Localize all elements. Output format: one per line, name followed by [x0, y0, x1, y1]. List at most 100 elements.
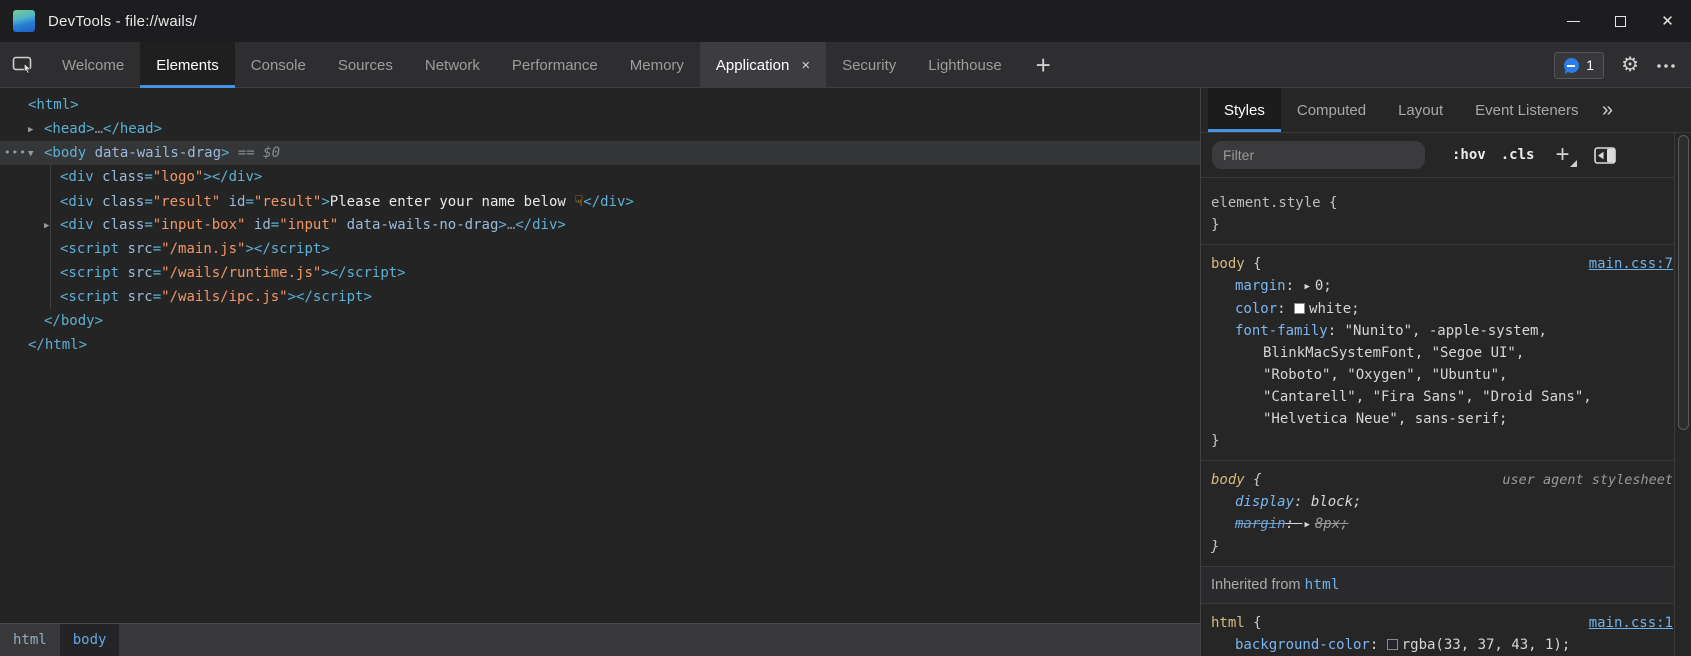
tab-label: Security: [842, 57, 896, 74]
tab-lighthouse[interactable]: Lighthouse: [912, 42, 1017, 88]
stylesheet-link[interactable]: main.css:1: [1589, 612, 1673, 634]
rule-header: user agent stylesheetbody {: [1211, 469, 1681, 491]
new-style-rule-button[interactable]: +: [1555, 145, 1569, 165]
dom-tree-row[interactable]: </html>: [0, 333, 1200, 357]
css-property-name: background-color: [1235, 637, 1370, 653]
rule-selector[interactable]: element.style: [1211, 195, 1321, 211]
css-property-row[interactable]: margin: ▶0;: [1211, 275, 1681, 298]
dom-tree-row[interactable]: •••▼<body data-wails-drag> == $0: [0, 141, 1200, 165]
issues-bubble-icon: [1564, 58, 1579, 73]
style-rule-section: element.style {}: [1201, 178, 1691, 245]
rule-selector[interactable]: body: [1211, 256, 1245, 272]
css-property-row[interactable]: margin: ▶8px;: [1211, 513, 1681, 536]
css-property-row[interactable]: display: block;: [1211, 491, 1681, 513]
breadcrumb-html[interactable]: html: [0, 624, 60, 656]
tab-elements[interactable]: Elements: [140, 42, 235, 88]
scrollbar-thumb[interactable]: [1678, 135, 1689, 430]
css-property-value: white;: [1309, 301, 1360, 317]
minimize-icon: [1567, 21, 1580, 22]
style-rule-section: main.css:1html {background-color: rgba(3…: [1201, 604, 1691, 656]
dom-tree-row[interactable]: ▶<head>…</head>: [0, 117, 1200, 141]
tab-console[interactable]: Console: [235, 42, 322, 88]
issues-counter-button[interactable]: 1: [1554, 52, 1604, 79]
maximize-button[interactable]: [1597, 0, 1644, 42]
tab-label: Memory: [630, 57, 684, 74]
tab-application[interactable]: Application×: [700, 42, 826, 88]
dom-tree-row[interactable]: <script src="/wails/runtime.js"></script…: [0, 261, 1200, 285]
dom-tree[interactable]: <html>▶<head>…</head>•••▼<body data-wail…: [0, 88, 1200, 623]
dock-panel-icon: [1594, 147, 1616, 164]
rule-selector[interactable]: body: [1211, 472, 1245, 488]
tab-memory[interactable]: Memory: [614, 42, 700, 88]
dom-tree-row[interactable]: <div class="logo"></div>: [0, 165, 1200, 189]
tab-label: Network: [425, 57, 480, 74]
expand-value-icon[interactable]: ▶: [1304, 282, 1309, 292]
toggle-computed-sidebar-button[interactable]: [1594, 147, 1616, 164]
rule-selector[interactable]: html: [1211, 615, 1245, 631]
window-controls: ✕: [1550, 0, 1691, 42]
css-value-wrap-line: "Helvetica Neue", sans-serif;: [1211, 408, 1681, 430]
dom-tree-row[interactable]: </body>: [0, 309, 1200, 333]
breadcrumb-body[interactable]: body: [60, 624, 120, 656]
dom-tree-row[interactable]: <script src="/main.js"></script>: [0, 237, 1200, 261]
css-value-wrap-line: "Roboto", "Oxygen", "Ubuntu",: [1211, 364, 1681, 386]
expand-right-icon[interactable]: ▶: [44, 214, 60, 238]
toggle-element-state-button[interactable]: :hov: [1452, 147, 1486, 163]
styles-toolbar: :hov .cls +: [1201, 133, 1691, 178]
dom-tree-row[interactable]: <div class="result" id="result">Please e…: [0, 189, 1200, 213]
tab-network[interactable]: Network: [409, 42, 496, 88]
sidebar-tab-layout[interactable]: Layout: [1382, 88, 1459, 132]
css-property-row[interactable]: font-family: "Nunito", -apple-system,: [1211, 320, 1681, 342]
css-property-value: 8px;: [1315, 516, 1349, 532]
element-classes-button[interactable]: .cls: [1501, 147, 1535, 163]
color-swatch[interactable]: [1294, 303, 1305, 314]
elements-panel: <html>▶<head>…</head>•••▼<body data-wail…: [0, 88, 1200, 656]
more-sidebar-tabs-icon[interactable]: »: [1602, 99, 1613, 122]
styles-filter-input[interactable]: [1212, 141, 1425, 169]
settings-button[interactable]: ⚙: [1621, 55, 1639, 75]
more-tabs-button[interactable]: +: [1018, 42, 1069, 88]
css-property-value: "Nunito", -apple-system,: [1345, 323, 1547, 339]
dom-tree-row[interactable]: ▶<div class="input-box" id="input" data-…: [0, 213, 1200, 237]
row-more-actions-icon[interactable]: •••: [4, 141, 27, 165]
rule-header: main.css:1html {: [1211, 612, 1681, 634]
sidebar-tab-computed[interactable]: Computed: [1281, 88, 1382, 132]
sidebar-tab-styles[interactable]: Styles: [1208, 88, 1281, 132]
devtools-app-icon: [13, 10, 35, 32]
inspect-element-button[interactable]: [0, 42, 46, 88]
window-titlebar: DevTools - file://wails/ ✕: [0, 0, 1691, 42]
tab-security[interactable]: Security: [826, 42, 912, 88]
close-tab-icon[interactable]: ×: [801, 58, 810, 73]
maximize-icon: [1615, 16, 1626, 27]
tab-performance[interactable]: Performance: [496, 42, 614, 88]
expand-down-icon[interactable]: ▼: [28, 142, 44, 166]
css-value-wrap-line: "Cantarell", "Fira Sans", "Droid Sans",: [1211, 386, 1681, 408]
styles-pane: element.style {}main.css:7body {margin: …: [1201, 178, 1691, 656]
color-swatch[interactable]: [1387, 639, 1398, 650]
styles-scrollbar[interactable]: [1674, 133, 1691, 656]
style-rule-section: main.css:7body {margin: ▶0;color: white;…: [1201, 245, 1691, 461]
tab-sources[interactable]: Sources: [322, 42, 409, 88]
gear-icon: ⚙: [1621, 54, 1639, 76]
minimize-button[interactable]: [1550, 0, 1597, 42]
stylesheet-link[interactable]: main.css:7: [1589, 253, 1673, 275]
tab-label: Welcome: [62, 57, 124, 74]
tab-label: Performance: [512, 57, 598, 74]
expand-right-icon[interactable]: ▶: [28, 118, 44, 142]
css-property-name: display: [1235, 494, 1294, 510]
css-property-name: font-family: [1235, 323, 1328, 339]
expand-value-icon[interactable]: ▶: [1304, 520, 1309, 530]
dom-tree-row[interactable]: <html>: [0, 93, 1200, 117]
customize-menu-button[interactable]: [1656, 56, 1676, 74]
inherited-element-link[interactable]: html: [1305, 577, 1340, 593]
tab-label: Lighthouse: [928, 57, 1001, 74]
tab-welcome[interactable]: Welcome: [46, 42, 140, 88]
close-button[interactable]: ✕: [1644, 0, 1691, 42]
dom-tree-row[interactable]: <script src="/wails/ipc.js"></script>: [0, 285, 1200, 309]
css-value-wrap-line: BlinkMacSystemFont, "Segoe UI",: [1211, 342, 1681, 364]
sidebar-tab-event-listeners[interactable]: Event Listeners: [1459, 88, 1594, 132]
rule-header: main.css:7body {: [1211, 253, 1681, 275]
sidebar-tab-strip: StylesComputedLayoutEvent Listeners »: [1201, 88, 1691, 133]
css-property-row[interactable]: background-color: rgba(33, 37, 43, 1);: [1211, 634, 1681, 656]
css-property-row[interactable]: color: white;: [1211, 298, 1681, 320]
